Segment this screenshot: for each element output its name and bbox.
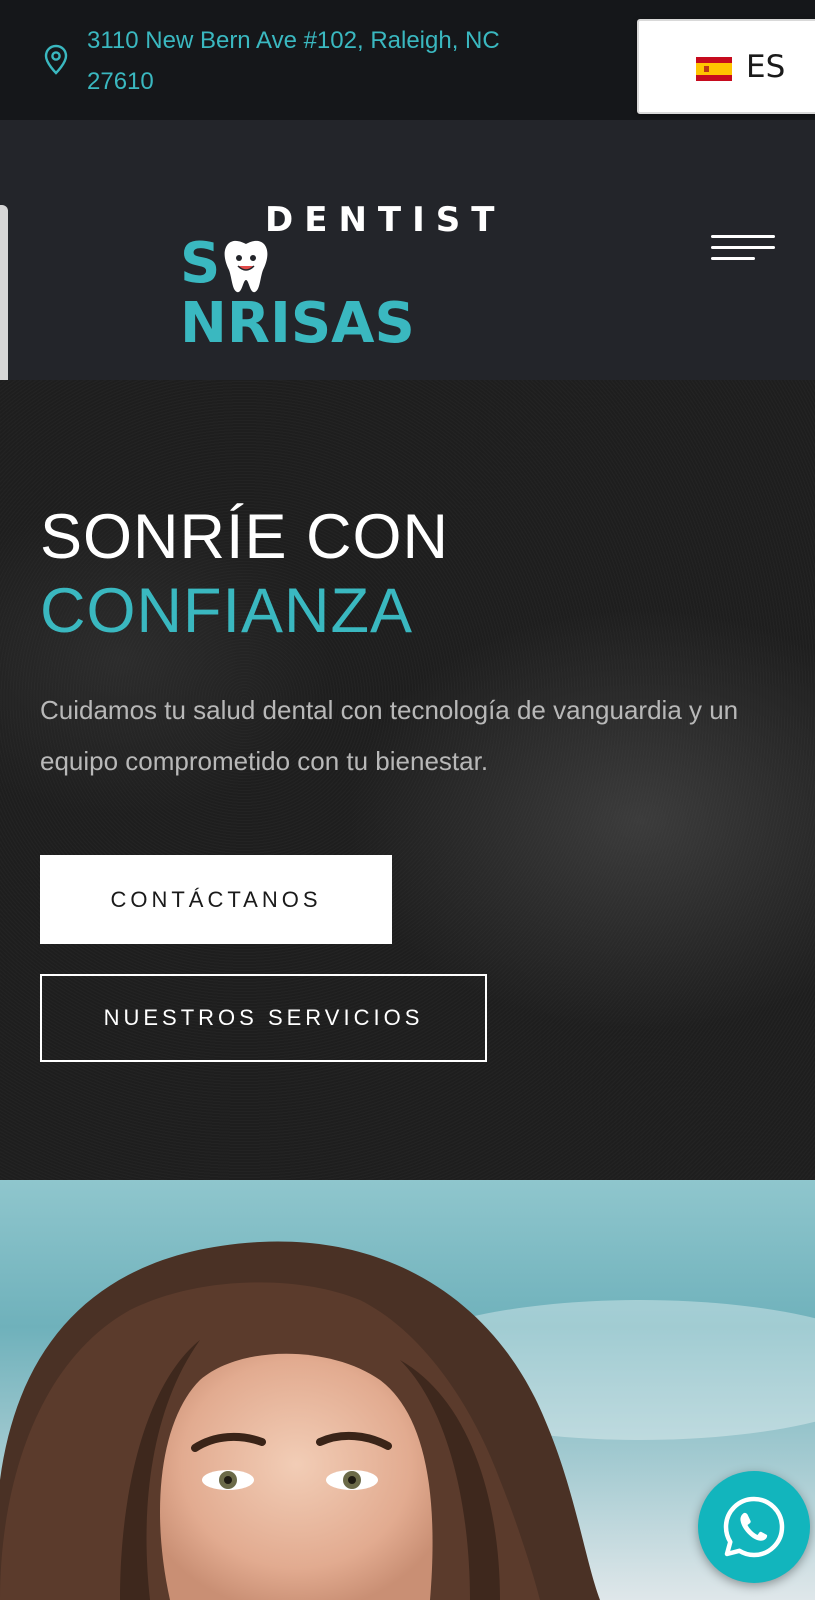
contact-button[interactable]: CONTÁCTANOS <box>40 855 392 944</box>
language-code: ES <box>746 49 786 85</box>
logo-line2-part2: NRISAS <box>180 291 415 356</box>
top-bar: 3110 New Bern Ave #102, Raleigh, NC 2761… <box>0 0 815 120</box>
hero-title-line2: CONFIANZA <box>40 576 414 646</box>
hero-photo-woman-smiling <box>0 1180 815 1600</box>
hero-title: SONRÍE CON CONFIANZA <box>40 500 449 648</box>
location-pin-icon <box>44 44 68 75</box>
spain-flag-icon <box>696 57 732 81</box>
hamburger-menu-icon[interactable] <box>711 232 777 264</box>
services-button[interactable]: NUESTROS SERVICIOS <box>40 974 487 1062</box>
woman-portrait-illustration <box>0 1241 815 1600</box>
hero-title-line1: SONRÍE CON <box>40 502 450 572</box>
whatsapp-button[interactable] <box>698 1471 810 1583</box>
language-switcher[interactable]: ES <box>637 19 815 114</box>
logo-line2-part1: S <box>180 231 221 296</box>
whatsapp-icon <box>723 1496 785 1558</box>
dentist-sonrisas-logo[interactable]: DENTIST SNRISAS <box>180 200 494 354</box>
smiling-tooth-icon <box>224 240 268 293</box>
hero-description: Cuidamos tu salud dental con tecnología … <box>40 695 739 776</box>
address-text[interactable]: 3110 New Bern Ave #102, Raleigh, NC 2761… <box>87 20 557 102</box>
